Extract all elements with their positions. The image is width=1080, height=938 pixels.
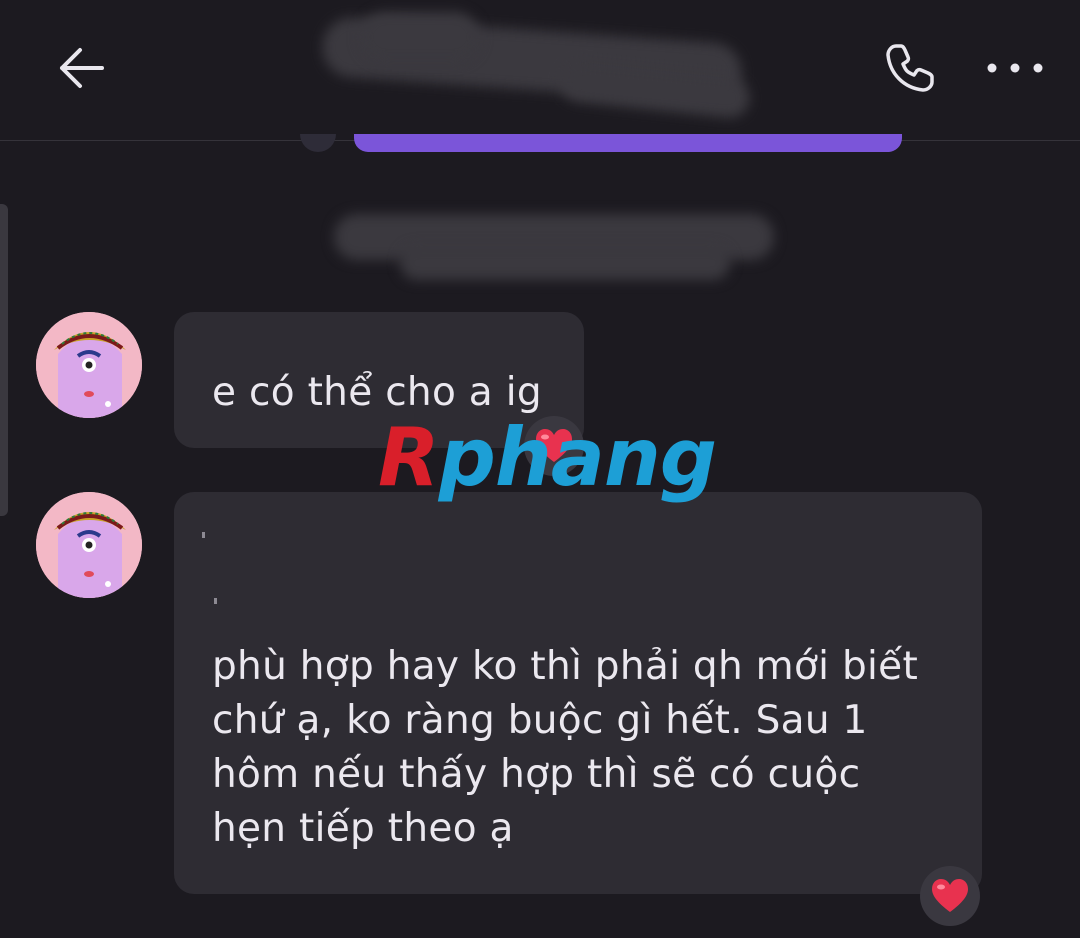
text-artifact <box>214 598 217 604</box>
sender-avatar[interactable] <box>36 492 142 598</box>
received-message-bubble[interactable]: phù hợp hay ko thì phải qh mới biết chứ … <box>174 492 982 894</box>
heart-icon <box>932 879 968 912</box>
message-text: phù hợp hay ko thì phải qh mới biết chứ … <box>212 644 919 851</box>
previous-message-avatar-edge <box>300 134 336 152</box>
phone-icon <box>886 44 934 92</box>
redacted-contact-name-part <box>360 12 480 62</box>
arrow-left-icon <box>60 48 104 88</box>
sender-avatar[interactable] <box>36 312 142 418</box>
avatar-image <box>36 492 142 598</box>
voice-call-button[interactable] <box>872 34 948 102</box>
more-horizontal-icon <box>987 63 1043 73</box>
text-artifact <box>202 532 205 538</box>
more-options-button[interactable] <box>978 44 1052 92</box>
message-reaction[interactable] <box>920 866 980 926</box>
back-button[interactable] <box>46 36 116 100</box>
chat-header <box>0 0 1080 141</box>
scrollbar[interactable] <box>0 204 8 516</box>
avatar-image <box>36 312 142 418</box>
redacted-text <box>400 246 730 280</box>
previous-sent-message-edge[interactable] <box>354 134 902 152</box>
watermark-logo: Rphang <box>378 411 717 504</box>
message-text: e có thể cho a ig <box>212 370 542 415</box>
